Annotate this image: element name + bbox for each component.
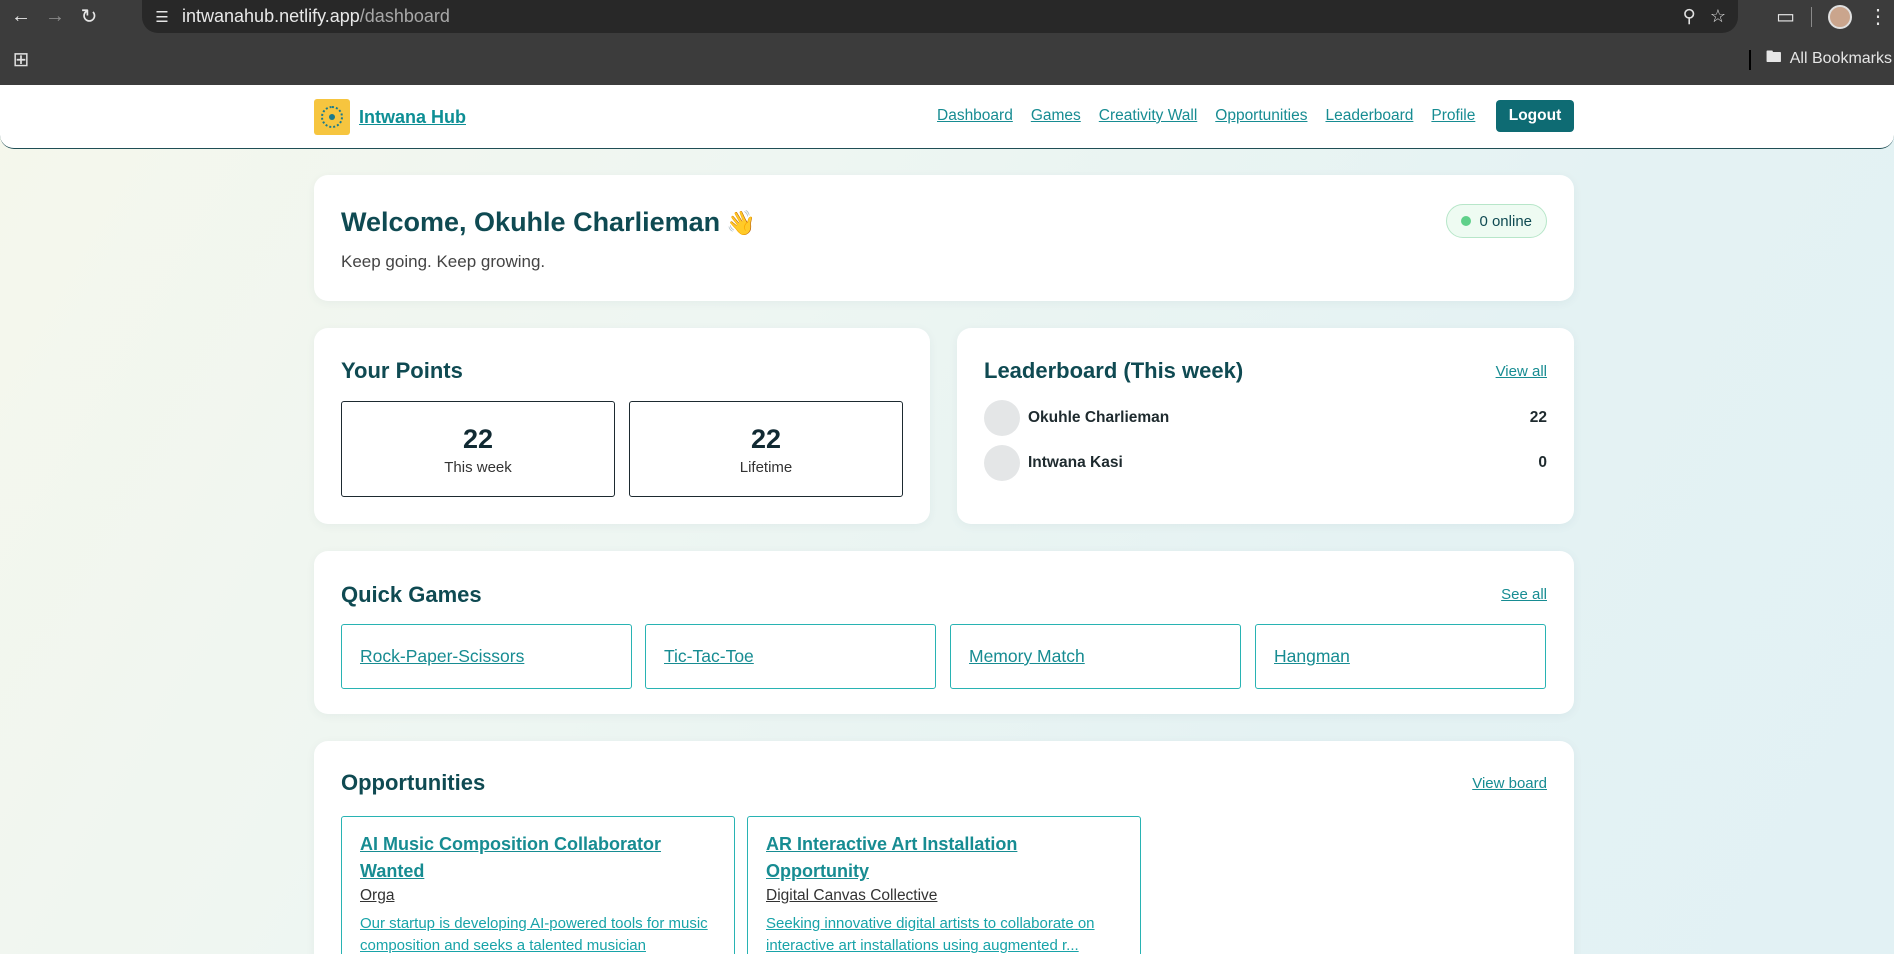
- leaderboard-score: 22: [1529, 409, 1547, 426]
- view-all-link[interactable]: View all: [1496, 363, 1547, 380]
- lifetime-points-box: 22 Lifetime: [629, 401, 903, 497]
- brand[interactable]: Intwana Hub: [314, 99, 466, 135]
- wave-icon: 👋: [726, 210, 757, 237]
- opportunities-title: Opportunities: [341, 770, 486, 795]
- leaderboard-name: Okuhle Charlieman: [1028, 409, 1170, 426]
- zoom-icon[interactable]: ⚲: [1683, 6, 1696, 27]
- points-card: Your Points 22 This week 22 Lifetime: [314, 328, 930, 524]
- url-text[interactable]: intwanahub.netlify.app/dashboard: [182, 6, 450, 27]
- page-content: Intwana Hub Dashboard Games Creativity W…: [0, 85, 1894, 954]
- welcome-subtitle: Keep going. Keep growing.: [341, 252, 546, 271]
- welcome-title: Welcome, Okuhle Charlieman 👋: [341, 207, 757, 237]
- lifetime-points-value: 22: [750, 424, 782, 454]
- browser-toolbar: ← → ↻ ☰ intwanahub.netlify.app/dashboard…: [0, 0, 1894, 33]
- game-tile-hangman[interactable]: Hangman: [1255, 624, 1546, 689]
- brand-name[interactable]: Intwana Hub: [359, 107, 466, 128]
- address-bar[interactable]: ☰ intwanahub.netlify.app/dashboard ⚲ ☆: [142, 0, 1738, 33]
- leaderboard-card: Leaderboard (This week) View all Okuhle …: [957, 328, 1574, 524]
- opportunity-description[interactable]: Our startup is developing AI-powered too…: [360, 913, 716, 954]
- toolbar-divider: [1811, 6, 1812, 27]
- opportunity-org[interactable]: Orga: [360, 885, 716, 907]
- nav-link-creativity-wall[interactable]: Creativity Wall: [1099, 107, 1197, 125]
- back-icon[interactable]: ←: [4, 3, 38, 31]
- top-navbar: Intwana Hub Dashboard Games Creativity W…: [0, 85, 1894, 149]
- menu-dots-icon[interactable]: ⋮: [1868, 4, 1888, 29]
- folder-icon: 🖿: [1765, 48, 1782, 66]
- profile-avatar-icon[interactable]: [1828, 4, 1852, 29]
- nav-links: Dashboard Games Creativity Wall Opportun…: [937, 107, 1475, 125]
- online-count: 0 online: [1479, 212, 1532, 230]
- leaderboard-row: Intwana Kasi 0: [984, 445, 1547, 481]
- nav-link-leaderboard[interactable]: Leaderboard: [1325, 107, 1413, 125]
- points-title: Your Points: [341, 358, 463, 383]
- nav-link-games[interactable]: Games: [1031, 107, 1081, 125]
- opportunity-title[interactable]: AI Music Composition Collaborator Wanted: [360, 831, 716, 885]
- opportunity-card: AR Interactive Art Installation Opportun…: [747, 816, 1141, 954]
- leaderboard-row: Okuhle Charlieman 22: [984, 400, 1547, 436]
- forward-icon[interactable]: →: [38, 3, 72, 31]
- apps-grid-icon[interactable]: ⊞: [4, 47, 38, 72]
- see-all-link[interactable]: See all: [1501, 586, 1547, 603]
- avatar: [984, 445, 1020, 481]
- opportunity-description[interactable]: Seeking innovative digital artists to co…: [766, 913, 1122, 954]
- site-info-icon[interactable]: ☰: [142, 8, 182, 26]
- bookmarks-divider: [1749, 50, 1751, 70]
- opportunity-org[interactable]: Digital Canvas Collective: [766, 885, 1122, 907]
- weekly-points-box: 22 This week: [341, 401, 615, 497]
- weekly-points-value: 22: [462, 424, 494, 454]
- quick-games-card: Quick Games See all Rock-Paper-Scissors …: [314, 551, 1574, 714]
- bookmarks-bar: ⊞ 🖿 All Bookmarks: [0, 33, 1894, 85]
- nav-link-profile[interactable]: Profile: [1431, 107, 1475, 125]
- game-tile-memory-match[interactable]: Memory Match: [950, 624, 1241, 689]
- nav-link-opportunities[interactable]: Opportunities: [1215, 107, 1307, 125]
- all-bookmarks-button[interactable]: 🖿 All Bookmarks: [1766, 33, 1894, 85]
- leaderboard-title: Leaderboard (This week): [984, 358, 1244, 383]
- extensions-icon[interactable]: ▭: [1776, 4, 1795, 29]
- online-dot-icon: [1461, 216, 1472, 226]
- online-status-badge: 0 online: [1446, 204, 1547, 238]
- lifetime-points-label: Lifetime: [739, 459, 793, 476]
- avatar: [984, 400, 1020, 436]
- logo-icon: [314, 99, 350, 135]
- nav-link-dashboard[interactable]: Dashboard: [937, 107, 1013, 125]
- reload-icon[interactable]: ↻: [72, 3, 106, 31]
- bookmark-star-icon[interactable]: ☆: [1710, 6, 1726, 27]
- welcome-card: Welcome, Okuhle Charlieman 👋 Keep going. …: [314, 175, 1574, 301]
- leaderboard-score: 0: [1538, 454, 1547, 471]
- leaderboard-name: Intwana Kasi: [1028, 454, 1123, 471]
- opportunity-title[interactable]: AR Interactive Art Installation Opportun…: [766, 831, 1122, 885]
- all-bookmarks-label: All Bookmarks: [1789, 50, 1892, 67]
- game-tile-tic-tac-toe[interactable]: Tic-Tac-Toe: [645, 624, 936, 689]
- quick-games-title: Quick Games: [341, 582, 482, 607]
- game-tile-rock-paper-scissors[interactable]: Rock-Paper-Scissors: [341, 624, 632, 689]
- logout-button[interactable]: Logout: [1496, 100, 1574, 132]
- view-board-link[interactable]: View board: [1472, 775, 1547, 792]
- opportunity-card: AI Music Composition Collaborator Wanted…: [341, 816, 735, 954]
- weekly-points-label: This week: [444, 459, 512, 476]
- opportunities-card: Opportunities View board AI Music Compos…: [314, 741, 1574, 954]
